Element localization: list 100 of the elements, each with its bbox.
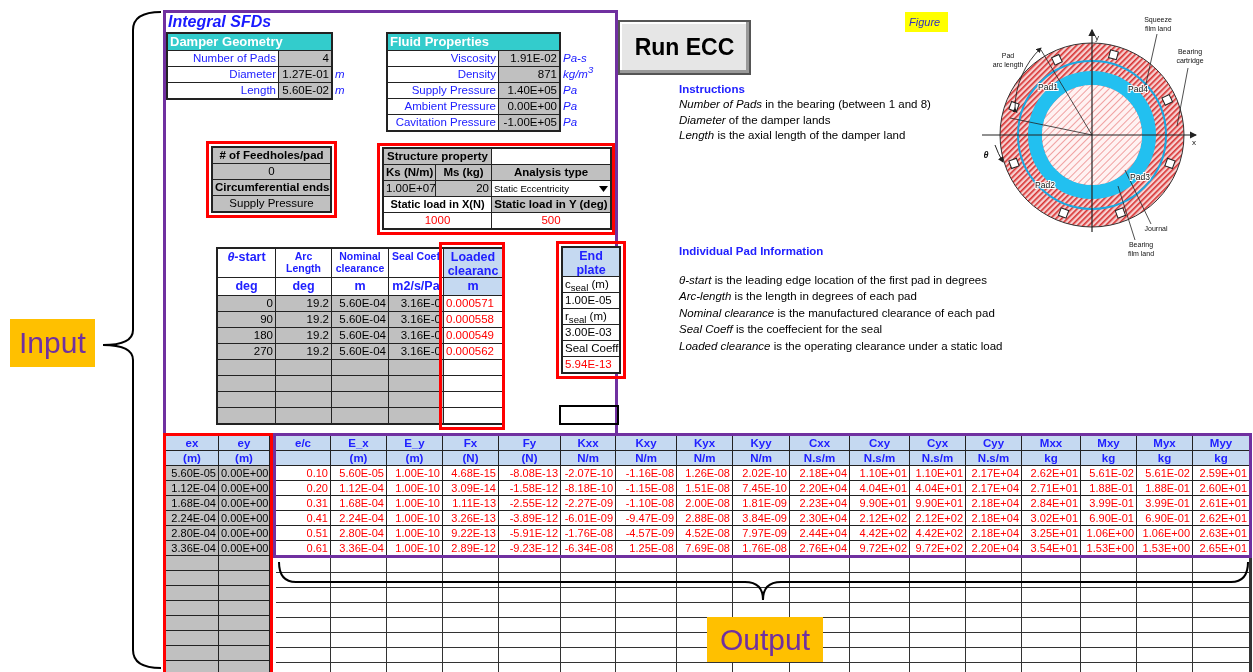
unit-label: (m) xyxy=(219,451,269,465)
unit-label: (N) xyxy=(499,451,560,465)
table-cell: -2.07E-10 xyxy=(561,466,615,480)
unit-label: kg xyxy=(1022,451,1080,465)
table-cell: 9.90E+01 xyxy=(850,496,909,510)
unit-label: m2/s/Pa xyxy=(389,278,443,295)
table-cell: 9.22E-13 xyxy=(443,526,498,540)
field-label: Diameter xyxy=(168,67,278,82)
column-header: Kxx xyxy=(561,436,615,450)
table-cell: -1.15E-08 xyxy=(616,481,676,495)
table-cell: 0.00E+00 xyxy=(219,481,269,495)
table-cell: 2.60E+01 xyxy=(1193,481,1249,495)
table-cell: 1.88E-01 xyxy=(1137,481,1192,495)
diagram-label: x xyxy=(1192,138,1196,147)
instruction-text: Length is the axial length of the damper land xyxy=(679,128,907,143)
table-cell: 3.36E-04 xyxy=(166,541,218,555)
table-cell: 2.62E+01 xyxy=(1193,511,1249,525)
column-header: Cxy xyxy=(850,436,909,450)
table-cell: 3.36E-04 xyxy=(331,541,386,555)
field-value: 0 xyxy=(213,164,330,179)
table-cell: 270 xyxy=(218,344,275,359)
table-cell: 1.53E+00 xyxy=(1081,541,1136,555)
table-cell: 1.10E+01 xyxy=(850,466,909,480)
table-cell: 1.12E-04 xyxy=(331,481,386,495)
table-cell: 2.20E+04 xyxy=(790,481,849,495)
field-value: -1.00E+05 xyxy=(499,115,559,130)
table-cell: 19.2 xyxy=(276,328,331,343)
field-label: Ks (N/m) xyxy=(384,165,435,180)
column-header: Seal Coef xyxy=(389,249,443,277)
table-cell: 0.000549 xyxy=(444,328,502,343)
column-header: Nominal clearance xyxy=(332,249,388,277)
instruction-text: Seal Coeff is the coeffecient for the seal xyxy=(679,322,884,337)
instruction-text: θ-start is the leading edge location of the first pad in degrees xyxy=(679,272,988,288)
table-cell: 3.25E+01 xyxy=(1022,526,1080,540)
table-cell: 4.04E+01 xyxy=(850,481,909,495)
table-cell: 1.00E-10 xyxy=(387,541,442,555)
column-header: Cxx xyxy=(790,436,849,450)
field-label: Ms (kg) xyxy=(436,165,491,180)
table-cell: 2.62E+01 xyxy=(1022,466,1080,480)
field-value: 3.00E-03 xyxy=(563,325,619,340)
instruction-text: Number of Pads in the bearing (between 1 and 8) xyxy=(679,97,932,112)
diagram-label: y xyxy=(1095,33,1099,42)
unit-label: N/m xyxy=(561,451,615,465)
column-header: Mxy xyxy=(1081,436,1136,450)
unit-label: (m) xyxy=(387,451,442,465)
table-cell: 3.26E-13 xyxy=(443,511,498,525)
figure-label: Figure xyxy=(905,12,949,32)
unit-label: (N) xyxy=(443,451,498,465)
field-value: Supply Pressure xyxy=(213,196,330,211)
table-cell: 7.45E-10 xyxy=(733,481,789,495)
table-cell: 1.76E-08 xyxy=(733,541,789,555)
table-cell: 0.00E+00 xyxy=(219,496,269,510)
unit-label: m xyxy=(335,67,345,82)
table-cell: 1.51E-08 xyxy=(677,481,732,495)
table-cell: 3.99E-01 xyxy=(1081,496,1136,510)
field-value: 500 xyxy=(492,213,610,228)
field-value: 1.27E-01 xyxy=(279,67,331,82)
table-cell: 9.72E+02 xyxy=(850,541,909,555)
analysis-dropdown[interactable]: Static Eccentricity xyxy=(492,181,610,196)
table-cell: 0.000562 xyxy=(444,344,502,359)
table-cell: 6.90E-01 xyxy=(1081,511,1136,525)
brace-icon xyxy=(276,560,1252,602)
table-cell: 1.25E-08 xyxy=(616,541,676,555)
table-cell: 1.00E-10 xyxy=(387,526,442,540)
column-header: ex xyxy=(166,436,218,450)
table-cell: 0.31 xyxy=(276,496,330,510)
table-cell: 5.61E-02 xyxy=(1081,466,1136,480)
field-label: Static load in X(N) xyxy=(384,197,491,212)
run-button[interactable]: Run ECC xyxy=(618,20,751,75)
instruction-text: Diameter of the damper lands xyxy=(679,112,832,128)
table-cell: -1.58E-12 xyxy=(499,481,560,495)
table-cell: -1.10E-08 xyxy=(616,496,676,510)
table-cell: 2.84E+01 xyxy=(1022,496,1080,510)
field-value: 5.94E-13 xyxy=(563,357,619,372)
output-label: Output xyxy=(707,617,824,662)
unit-label: N.s/m xyxy=(790,451,849,465)
table-cell: 2.18E+04 xyxy=(966,511,1021,525)
unit-label: kg xyxy=(1081,451,1136,465)
table-cell: 2.30E+04 xyxy=(790,511,849,525)
column-header: E_x xyxy=(331,436,386,450)
table-cell: 3.99E-01 xyxy=(1137,496,1192,510)
field-label: Static load in Y (deg) xyxy=(492,197,610,212)
table-cell: 2.18E+04 xyxy=(966,526,1021,540)
field-label: Structure property xyxy=(384,149,491,164)
table-cell: 0.61 xyxy=(276,541,330,555)
table-cell: 9.72E+02 xyxy=(910,541,965,555)
unit-label: m xyxy=(332,278,388,295)
table-cell: 4.68E-15 xyxy=(443,466,498,480)
table-cell: 3.02E+01 xyxy=(1022,511,1080,525)
table-cell: 5.60E-05 xyxy=(331,466,386,480)
table-cell: 1.10E+01 xyxy=(910,466,965,480)
table-cell: 3.54E+01 xyxy=(1022,541,1080,555)
field-value: 20 xyxy=(436,181,491,196)
table-cell: 2.59E+01 xyxy=(1193,466,1249,480)
table-cell: 180 xyxy=(218,328,275,343)
table-cell: -6.01E-09 xyxy=(561,511,615,525)
field-value: 1.91E-02 xyxy=(499,51,559,66)
unit-label: N.s/m xyxy=(850,451,909,465)
table-cell: 2.23E+04 xyxy=(790,496,849,510)
table-cell: 2.44E+04 xyxy=(790,526,849,540)
